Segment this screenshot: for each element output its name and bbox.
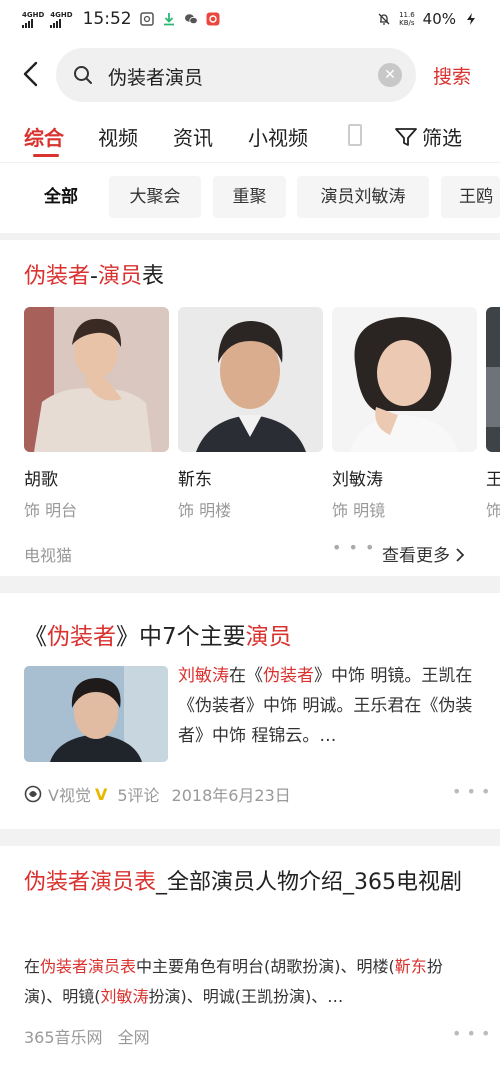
chip-all[interactable]: 全部 [24, 176, 98, 218]
photo-icon [139, 12, 154, 26]
see-more-link[interactable]: 查看更多 [382, 541, 465, 566]
title-text: _全部演员人物介绍_365电视剧 [156, 870, 463, 895]
filter-icon [395, 127, 417, 146]
network-type-2: 4GHD [50, 10, 73, 19]
signal-icon: 4GHD [22, 11, 44, 28]
cast-source: 电视猫 [24, 546, 73, 565]
title-part: 《 [24, 624, 47, 650]
web-result[interactable]: 伪装者演员表_全部演员人物介绍_365电视剧 在伪装者演员表中主要角色有明台(胡… [0, 846, 500, 1083]
snippet-text: 扮演)、明诚(王凯扮演)、… [148, 987, 344, 1006]
title-part: 》中7个主要 [116, 624, 246, 650]
more-options-icon[interactable]: • • • [452, 782, 490, 801]
actor-card-wang[interactable]: 王 饰 [486, 307, 500, 547]
clock: 15:52 [82, 9, 132, 29]
clear-icon[interactable]: ✕ [378, 63, 402, 87]
title-separator: - [90, 264, 98, 289]
actor-name: 王 [486, 470, 500, 490]
chip-wang-ou[interactable]: 王鸥 [441, 176, 500, 218]
chip-liu-mintao[interactable]: 演员刘敏涛 [297, 176, 429, 218]
tab-video[interactable]: 视频 [98, 122, 138, 151]
more-options-icon[interactable]: • • • [452, 1024, 490, 1043]
article-date: 2018年6月23日 [171, 786, 291, 805]
actor-role: 饰 明楼 [178, 501, 232, 520]
actor-photo [178, 307, 323, 452]
actor-photo [332, 307, 477, 452]
tab-short-video[interactable]: 小视频 [248, 122, 308, 151]
actor-card-liu-mintao[interactable]: 刘敏涛 饰 明镜 [332, 307, 477, 520]
article-title[interactable]: 《伪装者》中7个主要演员 [24, 617, 292, 651]
result-snippet: 在伪装者演员表中主要角色有明台(胡歌扮演)、明楼(靳东扮演)、明镜(刘敏涛扮演)… [24, 952, 480, 1012]
search-input[interactable]: 伪装者演员 ✕ [56, 48, 416, 102]
category-tabs: 综合 视频 资讯 小视频 筛选 [0, 114, 500, 162]
title-keyword-actor: 演员 [97, 264, 142, 289]
status-bar: 4GHD 4GHD 15:52 11.6 KB/s 40% [0, 0, 500, 38]
article-source: V视觉 [48, 786, 91, 805]
more-options-icon[interactable]: • • • [332, 538, 375, 557]
network-speed-value: 11.6 [399, 11, 415, 19]
search-header: 伪装者演员 ✕ 搜索 [0, 38, 500, 114]
title-keyword-drama: 伪装者 [47, 624, 116, 650]
result-title[interactable]: 伪装者演员表_全部演员人物介绍_365电视剧 [24, 864, 484, 902]
search-icon [74, 66, 92, 84]
actor-photo [486, 307, 500, 452]
filter-label: 筛选 [422, 126, 462, 150]
search-button[interactable]: 搜索 [433, 62, 471, 89]
article-result[interactable]: 《伪装者》中7个主要演员 刘敏涛在《伪装者》中饰 明镜。王凯在《伪装者》中饰 明… [0, 593, 500, 829]
snippet-text: 在《 [229, 666, 263, 686]
actor-role: 饰 明台 [24, 501, 78, 520]
snippet-keyword: 刘敏涛 [178, 666, 229, 686]
cast-card-title[interactable]: 伪装者-演员表 [24, 258, 164, 290]
cast-card[interactable]: 伪装者-演员表 胡歌 饰 明台 靳东 饰 明楼 刘敏涛 饰 明镜 王 饰 电视猫… [0, 240, 500, 576]
signal-icon-2: 4GHD [50, 10, 73, 28]
verified-badge-icon: V [94, 784, 108, 804]
snippet-keyword: 伪装者演员表 [40, 957, 137, 976]
comment-count[interactable]: 5评论 [117, 782, 159, 806]
download-icon [163, 13, 174, 26]
back-arrow-icon[interactable] [18, 60, 46, 88]
article-snippet: 刘敏涛在《伪装者》中饰 明镜。王凯在《伪装者》中饰 明诚。王乐君在《伪装者》中饰… [178, 661, 478, 751]
source-logo-icon [24, 785, 42, 803]
result-meta: 365音乐网 全网 [24, 1024, 150, 1048]
actor-name: 靳东 [178, 470, 212, 490]
see-more-label: 查看更多 [382, 546, 450, 566]
keyword-chips: 全部 大聚会 重聚 演员刘敏涛 王鸥 [0, 163, 500, 233]
chevron-right-icon [456, 548, 465, 562]
app-notification-icon [206, 12, 220, 26]
result-scope: 全网 [117, 1028, 150, 1047]
actor-card-jin-dong[interactable]: 靳东 饰 明楼 [178, 307, 323, 520]
snippet-keyword: 靳东 [394, 957, 427, 976]
tab-overflow-icon [348, 124, 362, 146]
wechat-icon [184, 14, 198, 25]
network-speed: 11.6 KB/s [399, 11, 415, 27]
chip-regather[interactable]: 重聚 [213, 176, 286, 218]
snippet-keyword: 伪装者 [263, 666, 314, 686]
actor-photo [24, 307, 169, 452]
actor-name: 胡歌 [24, 470, 58, 490]
filter-button[interactable]: 筛选 [394, 122, 462, 151]
active-tab-indicator [33, 154, 59, 157]
article-meta: V视觉 V 5评论 2018年6月23日 [24, 782, 291, 806]
snippet-keyword: 刘敏涛 [100, 987, 149, 1006]
chip-reunion[interactable]: 大聚会 [109, 176, 201, 218]
tab-news[interactable]: 资讯 [173, 122, 213, 151]
actor-role: 饰 明镜 [332, 501, 386, 520]
title-keyword-actor: 演员 [245, 624, 292, 650]
actor-name: 刘敏涛 [332, 470, 383, 490]
title-suffix: 表 [141, 264, 164, 289]
network-type-1: 4GHD [22, 10, 45, 19]
network-speed-unit: KB/s [399, 19, 415, 27]
result-source: 365音乐网 [24, 1028, 103, 1047]
snippet-text: 中主要角色有明台(胡歌扮演)、明楼( [136, 957, 395, 976]
battery-percent: 40% [422, 10, 456, 28]
actor-card-hu-ge[interactable]: 胡歌 饰 明台 [24, 307, 169, 520]
tab-all[interactable]: 综合 [24, 122, 64, 151]
title-keyword-drama: 伪装者 [24, 264, 91, 289]
search-query[interactable]: 伪装者演员 [108, 63, 203, 90]
snippet-text: 在 [24, 957, 41, 976]
actor-role: 饰 [486, 501, 500, 520]
title-keyword: 伪装者演员表 [24, 870, 157, 895]
mute-icon [378, 13, 390, 25]
article-thumbnail[interactable] [24, 666, 168, 762]
charging-icon [467, 13, 475, 25]
